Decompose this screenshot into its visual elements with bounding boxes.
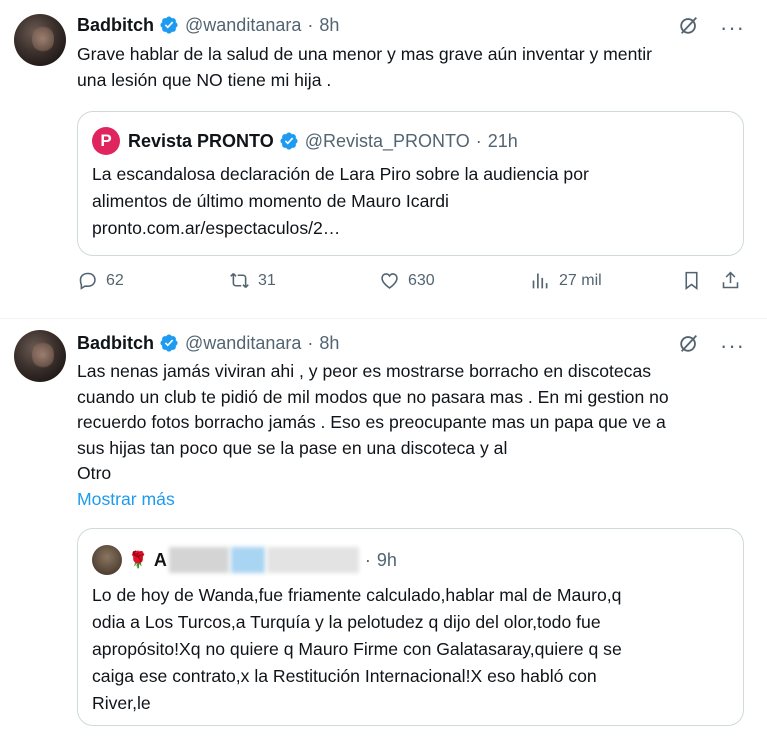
separator-dot: · (475, 130, 482, 151)
tweet-text-line: Las nenas jamás viviran ahi , y peor es … (77, 361, 652, 381)
tweet-text-line: Grave hablar de la salud de una menor y … (77, 44, 653, 64)
share-button[interactable] (720, 270, 741, 291)
tweet-header: Badbitch @wanditanara · 8h (77, 329, 339, 357)
tweet-2[interactable]: Badbitch @wanditanara · 8h ··· Las nenas… (0, 319, 767, 743)
repost-count: 31 (258, 271, 276, 289)
reply-count: 62 (106, 271, 124, 289)
tweet-header: Badbitch @wanditanara · 8h (77, 11, 339, 39)
quoted-tweet-text: Lo de hoy de Wanda,fue friamente calcula… (92, 582, 622, 717)
grok-icon[interactable] (678, 14, 700, 41)
quoted-text-line: River,le (92, 693, 151, 713)
quoted-author-handle[interactable]: @Revista_PRONTO (305, 131, 470, 152)
tweet-text-line: cuando un club te pidió de mil modos que… (77, 386, 669, 407)
quoted-tweet-header: P Revista PRONTO @Revista_PRONTO · 21h (92, 127, 518, 155)
timestamp[interactable]: 8h (319, 15, 339, 36)
rose-icon: 🌹 (128, 552, 148, 569)
like-count: 630 (408, 271, 435, 289)
reply-button[interactable]: 62 (77, 270, 124, 291)
verified-badge-icon (159, 15, 179, 35)
tweet-text-line: Otro (77, 463, 112, 483)
separator-dot: · (307, 14, 314, 35)
tweet-text-line: una lesión que NO tiene mi hija . (77, 69, 332, 90)
views-icon (532, 273, 548, 289)
avatar[interactable] (14, 330, 66, 382)
views-button[interactable]: 27 mil (530, 270, 602, 291)
repost-button[interactable]: 31 (229, 270, 276, 291)
tweet-text: Las nenas jamás viviran ahi , y peor es … (77, 359, 747, 487)
tweet-actions: 62 31 630 27 mil (77, 270, 747, 300)
quoted-tweet[interactable]: 🌹 A · 9h Lo de hoy de Wanda,fue friament… (77, 528, 744, 726)
quoted-tweet[interactable]: P Revista PRONTO @Revista_PRONTO · 21h L… (77, 111, 744, 256)
tweet-top-actions: ··· (678, 332, 745, 359)
more-icon[interactable]: ··· (720, 16, 745, 39)
author-name[interactable]: Badbitch (77, 333, 154, 354)
quoted-text-line: Lo de hoy de Wanda,fue friamente calcula… (92, 585, 622, 605)
like-button[interactable]: 630 (379, 270, 435, 291)
avatar[interactable] (14, 14, 66, 66)
tweet-text-line: sus hijas tan poco que se la pase en una… (77, 437, 508, 458)
redacted-handle-blur (266, 547, 359, 573)
more-icon[interactable]: ··· (720, 334, 745, 357)
tweet-text: Grave hablar de la salud de una menor y … (77, 42, 747, 93)
show-more-link[interactable]: Mostrar más (77, 489, 175, 510)
reply-icon (79, 272, 96, 290)
redacted-name-blur (168, 547, 229, 573)
grok-icon[interactable] (678, 332, 700, 359)
pronto-logo-icon[interactable]: P (92, 127, 120, 155)
avatar[interactable] (92, 545, 122, 575)
author-handle[interactable]: @wanditanara (185, 333, 301, 354)
quoted-tweet-text: La escandalosa declaración de Lara Piro … (92, 161, 589, 242)
author-name[interactable]: Badbitch (77, 15, 154, 36)
quoted-text-line: La escandalosa declaración de Lara Piro … (92, 164, 589, 184)
verified-badge-icon (279, 131, 299, 151)
quoted-author-name[interactable]: A (154, 550, 167, 571)
views-count: 27 mil (559, 271, 602, 289)
redacted-name-blur (230, 547, 265, 573)
like-icon (381, 273, 398, 289)
quoted-text-line: apropósito!Xq no quiere q Mauro Firme co… (92, 639, 622, 659)
tweet-top-actions: ··· (678, 14, 745, 41)
quoted-text-line: odia a Los Turcos,a Turquía y la pelotud… (92, 612, 601, 632)
timestamp[interactable]: 8h (319, 333, 339, 354)
quoted-author-name[interactable]: Revista PRONTO (128, 131, 274, 152)
repost-icon (230, 272, 249, 289)
separator-dot: · (307, 332, 314, 353)
quoted-timestamp[interactable]: 21h (488, 131, 518, 152)
quoted-text-line: caiga ese contrato,x la Restitución Inte… (92, 666, 597, 686)
tweet-text-line: recuerdo fotos borracho jamás . Eso es p… (77, 412, 666, 432)
bookmark-icon (685, 271, 698, 290)
tweet-1[interactable]: Badbitch @wanditanara · 8h ··· Grave hab… (0, 0, 767, 320)
bookmark-button[interactable] (681, 270, 702, 291)
quoted-timestamp[interactable]: 9h (377, 550, 397, 571)
share-icon (722, 271, 739, 289)
quoted-text-link[interactable]: pronto.com.ar/espectaculos/2… (92, 215, 589, 242)
separator-dot: · (364, 549, 371, 570)
quoted-text-line: alimentos de último momento de Mauro Ica… (92, 191, 449, 211)
author-handle[interactable]: @wanditanara (185, 15, 301, 36)
quoted-tweet-header: 🌹 A · 9h (92, 545, 397, 575)
verified-badge-icon (159, 333, 179, 353)
